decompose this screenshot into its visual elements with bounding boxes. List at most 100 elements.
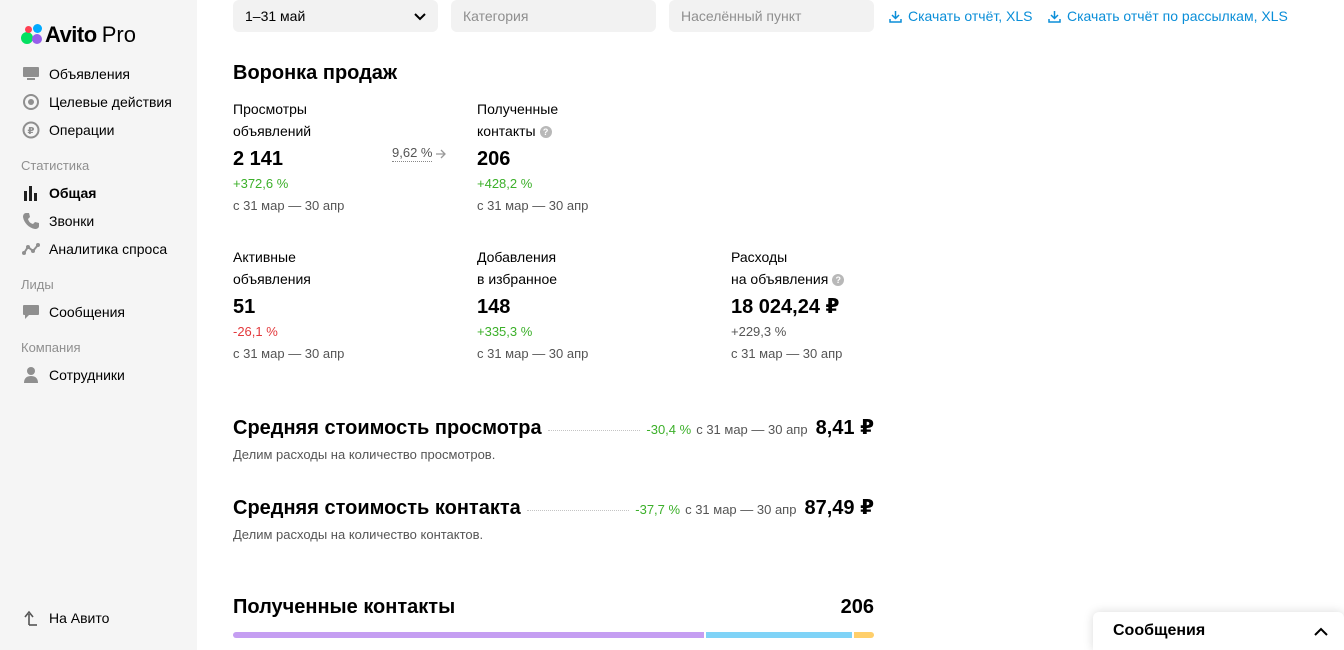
avg-view-cost-row: Средняя стоимость просмотра -30,4 % с 31… <box>233 415 874 441</box>
sidebar-item-label: Аналитика спроса <box>49 241 168 257</box>
avg-view-cost-title: Средняя стоимость просмотра <box>233 417 542 439</box>
metric-active-listings: Активные объявления 51 -26,1 % с 31 мар … <box>233 246 463 363</box>
sidebar: Avito Pro Объявления Целевые действия ₽ … <box>0 0 197 650</box>
avito-logo-icon <box>21 24 43 46</box>
sidebar-item-label: Сообщения <box>49 304 125 320</box>
download-xls-label: Скачать отчёт, XLS <box>908 8 1033 24</box>
help-icon[interactable]: ? <box>832 274 845 286</box>
avito-pro-logo[interactable]: Avito Pro <box>21 22 136 48</box>
metric-change: +372,6 % <box>233 176 289 191</box>
contacts-bar-segment <box>851 632 874 638</box>
metric-value: 18 024,24 ₽ <box>731 296 840 318</box>
svg-text:₽: ₽ <box>28 126 35 137</box>
metric-label: Просмотры <box>233 101 307 117</box>
chevron-up-icon[interactable] <box>1314 627 1328 636</box>
back-to-avito-link[interactable]: На Авито <box>21 608 109 628</box>
avg-contact-cost-row: Средняя стоимость контакта -37,7 % с 31 … <box>233 495 874 521</box>
messages-panel[interactable]: Сообщения <box>1093 612 1344 650</box>
metric-contacts: Полученные контакты? 206 +428,2 % с 31 м… <box>477 98 707 215</box>
metric-value: 148 <box>477 296 511 318</box>
received-contacts-total: 206 <box>840 596 874 618</box>
location-input[interactable]: Населённый пункт <box>669 0 874 32</box>
period-select[interactable]: 1–31 май <box>233 0 438 32</box>
metric-label: объявлений <box>233 123 312 139</box>
avg-contact-cost-change: -37,7 % <box>635 502 681 517</box>
dotted-leader <box>526 509 630 511</box>
metric-change: +335,3 % <box>477 324 533 339</box>
metric-label: в избранное <box>477 271 558 287</box>
sidebar-item-employees[interactable]: Сотрудники <box>21 365 125 385</box>
avg-view-cost-change: -30,4 % <box>646 422 692 437</box>
avg-view-cost-value: 8,41 ₽ <box>815 417 874 439</box>
metric-value: 206 <box>477 148 511 170</box>
metric-period: с 31 мар — 30 апр <box>731 346 843 361</box>
avg-contact-cost-period: с 31 мар — 30 апр <box>685 502 797 517</box>
metric-label: Полученные <box>477 101 559 117</box>
sidebar-item-label: Объявления <box>49 66 130 82</box>
sidebar-item-demand-analytics[interactable]: Аналитика спроса <box>21 239 167 259</box>
metric-label: Добавления <box>477 249 557 265</box>
brand-suffix: Pro <box>101 22 136 47</box>
download-mailing-xls-label: Скачать отчёт по рассылкам, XLS <box>1067 8 1288 24</box>
metric-label: на объявления <box>731 271 829 287</box>
analytics-icon <box>21 239 41 259</box>
listings-icon <box>21 64 41 84</box>
metric-period: с 31 мар — 30 апр <box>233 346 345 361</box>
funnel-title: Воронка продаж <box>233 62 398 84</box>
avg-contact-cost-title: Средняя стоимость контакта <box>233 497 521 519</box>
ruble-icon: ₽ <box>21 120 41 140</box>
metric-period: с 31 мар — 30 апр <box>477 346 589 361</box>
metric-label: объявления <box>233 271 311 287</box>
contacts-breakdown-bar <box>233 632 874 638</box>
download-icon <box>889 10 902 23</box>
dotted-leader <box>547 429 641 431</box>
bar-chart-icon <box>21 183 41 203</box>
contacts-bar-segment <box>704 632 852 638</box>
metric-expenses: Расходы на объявления? 18 024,24 ₽ +229,… <box>731 246 961 363</box>
metric-change: -26,1 % <box>233 324 278 339</box>
metric-change: +428,2 % <box>477 176 533 191</box>
sidebar-item-general[interactable]: Общая <box>21 183 96 203</box>
download-xls-link[interactable]: Скачать отчёт, XLS <box>889 8 1032 24</box>
download-mailing-xls-link[interactable]: Скачать отчёт по рассылкам, XLS <box>1048 8 1288 24</box>
avg-view-cost-description: Делим расходы на количество просмотров. <box>233 447 496 462</box>
section-stats: Статистика <box>21 158 90 173</box>
messages-panel-title: Сообщения <box>1113 622 1206 639</box>
sidebar-item-messages[interactable]: Сообщения <box>21 302 125 322</box>
arrow-right-icon <box>436 149 447 158</box>
metric-period: с 31 мар — 30 апр <box>477 198 589 213</box>
metric-label: Активные <box>233 249 296 265</box>
sidebar-item-calls[interactable]: Звонки <box>21 211 94 231</box>
received-contacts-title: Полученные контакты <box>233 596 456 618</box>
sidebar-item-label: Операции <box>49 122 115 138</box>
section-leads: Лиды <box>21 277 54 292</box>
back-link-label: На Авито <box>49 610 110 626</box>
sidebar-item-label: Общая <box>49 185 97 201</box>
section-company: Компания <box>21 340 81 355</box>
download-icon <box>1048 10 1061 23</box>
metric-label: Расходы <box>731 249 788 265</box>
conversion-value: 9,62 % <box>392 145 433 162</box>
sidebar-item-label: Звонки <box>49 213 95 229</box>
chat-icon <box>21 302 41 322</box>
chevron-down-icon <box>414 8 426 24</box>
sidebar-item-operations[interactable]: ₽ Операции <box>21 120 115 140</box>
metric-change: +229,3 % <box>731 324 787 339</box>
metric-value: 51 <box>233 296 256 318</box>
period-value: 1–31 май <box>245 8 306 24</box>
sidebar-item-label: Целевые действия <box>49 94 172 110</box>
avg-contact-cost-value: 87,49 ₽ <box>804 497 874 519</box>
sidebar-item-listings[interactable]: Объявления <box>21 64 130 84</box>
target-icon <box>21 92 41 112</box>
avg-contact-cost-description: Делим расходы на количество контактов. <box>233 527 484 542</box>
metric-period: с 31 мар — 30 апр <box>233 198 345 213</box>
category-input[interactable]: Категория <box>451 0 656 32</box>
metric-label: контакты <box>477 123 536 139</box>
conversion-rate[interactable]: 9,62 % <box>392 145 447 162</box>
sidebar-item-target-actions[interactable]: Целевые действия <box>21 92 172 112</box>
sidebar-item-label: Сотрудники <box>49 367 125 383</box>
user-icon <box>21 365 41 385</box>
help-icon[interactable]: ? <box>539 126 552 138</box>
brand-name: Avito <box>45 22 97 47</box>
metric-favorites: Добавления в избранное 148 +335,3 % с 31… <box>477 246 707 363</box>
